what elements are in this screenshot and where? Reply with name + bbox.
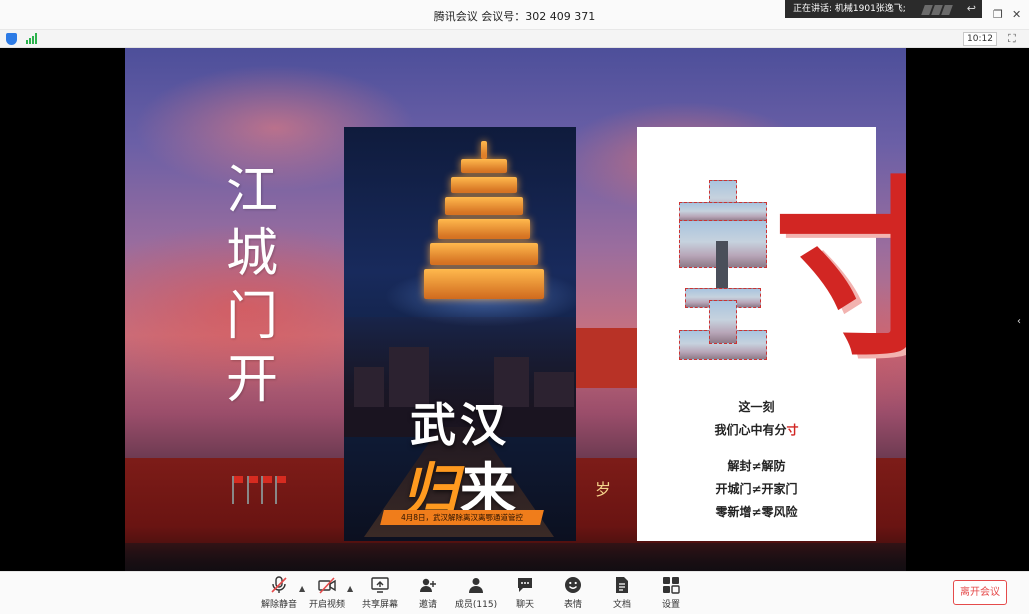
reactions-label: 表情: [563, 600, 582, 610]
status-bar: 10:12 ⛶: [0, 30, 1029, 48]
restore-window-icon[interactable]: ❐: [993, 8, 1003, 21]
invite-user-icon: [419, 576, 437, 594]
collapse-arrow-icon[interactable]: ↩: [967, 0, 976, 18]
unmute-label: 解除静音: [260, 600, 297, 610]
reactions-button[interactable]: 表情: [548, 576, 598, 612]
meeting-toolbar: 解除静音 ▲ 开启视频 ▲ 共享屏幕 邀请 成员(115) 聊天 表情 文档 设…: [0, 571, 1029, 614]
emoji-icon: [564, 576, 582, 594]
speaking-text: 正在讲话: 机械1901张逸飞;: [793, 4, 906, 14]
flag: [232, 476, 243, 504]
settings-icon: [662, 576, 680, 594]
chat-icon: [516, 576, 534, 594]
invite-button[interactable]: 邀请: [403, 576, 453, 612]
poster2-line-2: 我们心中有分寸: [714, 423, 799, 437]
shared-screen-area: 岁 江城门开 武汉 归来 4月8日，武汉解除离汉离鄂通道管控 寸 这一刻 我们心…: [0, 48, 1029, 571]
background-sign: 岁: [595, 480, 612, 499]
share-screen-label: 共享屏幕: [361, 600, 398, 610]
poster2-big-char: 寸: [773, 160, 906, 381]
vertical-title: 江城门开: [225, 161, 278, 410]
start-video-button[interactable]: 开启视频: [302, 576, 352, 612]
fullscreen-icon[interactable]: ⛶: [1008, 32, 1016, 46]
palace-roof: [565, 328, 645, 388]
chat-button[interactable]: 聊天: [500, 576, 550, 612]
share-screen-icon: [371, 576, 389, 594]
members-label: 成员(115): [454, 600, 498, 610]
close-window-icon[interactable]: ✕: [1012, 8, 1021, 21]
poster2-line-4: 开城门≠开家门: [715, 482, 798, 496]
members-button[interactable]: 成员(115): [451, 576, 501, 612]
video-options-caret-icon[interactable]: ▲: [347, 584, 353, 593]
poster1-caption: 4月8日，武汉解除离汉离鄂通道管控: [400, 513, 524, 522]
volume-bars-icon: [921, 4, 963, 15]
title-bar: 腾讯会议 会议号：302 409 371 正在讲话: 机械1901张逸飞; ↩ …: [0, 0, 1029, 30]
leave-meeting-button[interactable]: 离开会议: [953, 580, 1007, 605]
crowd: [125, 543, 906, 571]
flag: [275, 476, 286, 504]
flag: [247, 476, 258, 504]
security-shield-icon[interactable]: [6, 33, 17, 45]
poster2-line-3: 解封≠解防: [727, 459, 786, 473]
meeting-window: 腾讯会议 会议号：302 409 371 正在讲话: 机械1901张逸飞; ↩ …: [0, 0, 1029, 614]
meeting-timer: 10:12: [963, 32, 997, 46]
side-panel-toggle-icon[interactable]: ‹: [1017, 316, 1029, 330]
yellow-crane-tower: [424, 141, 544, 311]
documents-label: 文档: [612, 600, 631, 610]
settings-button[interactable]: 设置: [646, 576, 696, 612]
start-video-label: 开启视频: [308, 600, 345, 610]
speaking-indicator: 正在讲话: 机械1901张逸飞; ↩: [785, 0, 982, 18]
chat-label: 聊天: [515, 600, 534, 610]
poster-unseal: 寸 这一刻 我们心中有分寸 解封≠解防 开城门≠开家门 零新增≠零风险: [637, 127, 906, 541]
mic-muted-icon: [270, 576, 288, 594]
document-icon: [613, 576, 631, 594]
settings-label: 设置: [661, 600, 680, 610]
poster2-line-5: 零新增≠零风险: [715, 505, 798, 519]
poster-wuhan-return: 武汉 归来 4月8日，武汉解除离汉离鄂通道管控: [344, 127, 576, 541]
unmute-button[interactable]: 解除静音: [254, 576, 304, 612]
video-off-icon: [318, 576, 336, 594]
invite-label: 邀请: [418, 600, 437, 610]
network-signal-icon[interactable]: [26, 33, 38, 44]
share-screen-button[interactable]: 共享屏幕: [355, 576, 405, 612]
documents-button[interactable]: 文档: [597, 576, 647, 612]
shared-slide: 岁 江城门开 武汉 归来 4月8日，武汉解除离汉离鄂通道管控 寸 这一刻 我们心…: [125, 48, 906, 571]
poster2-line-1: 这一刻: [738, 400, 775, 414]
photo-collage: [679, 180, 767, 365]
members-icon: [467, 576, 485, 594]
flag: [261, 476, 272, 504]
